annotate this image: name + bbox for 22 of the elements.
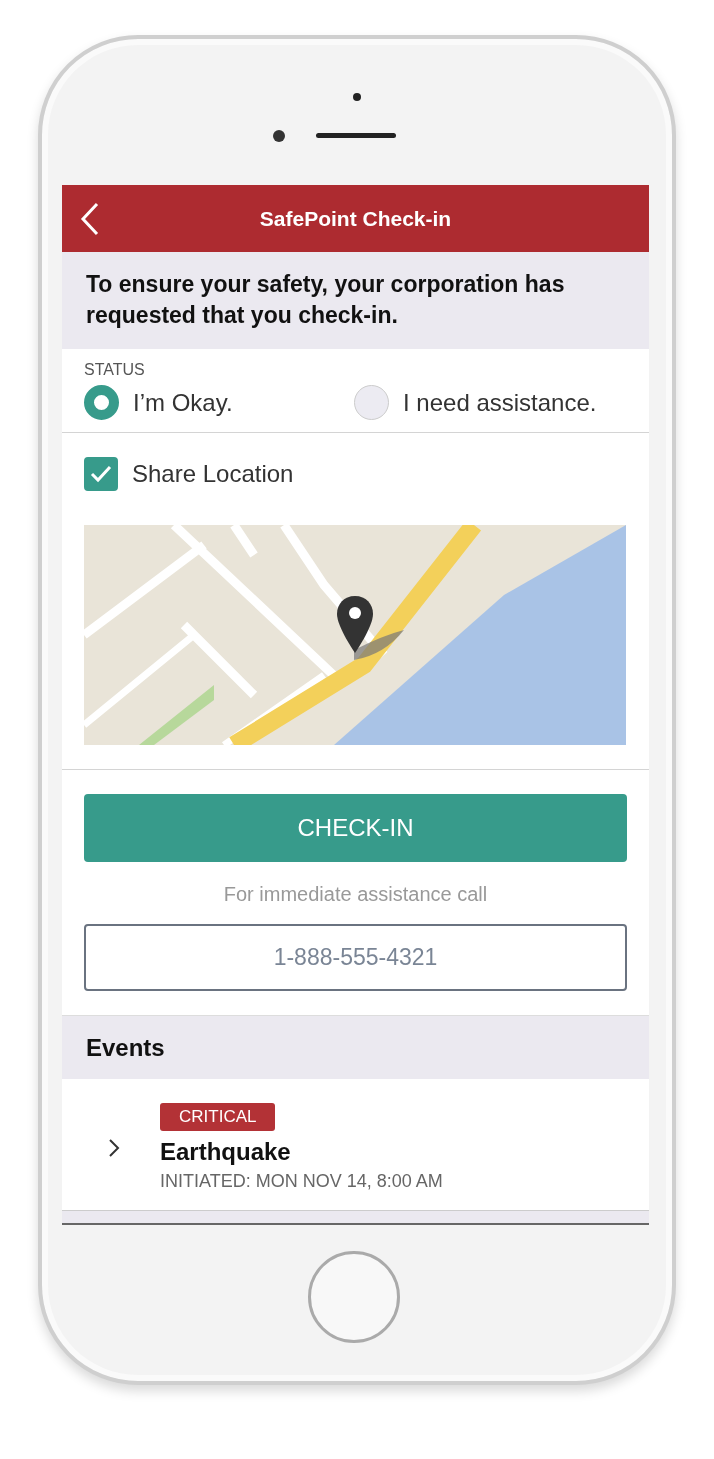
chevron-icon[interactable] — [108, 1137, 120, 1158]
screen-title: SafePoint Check-in — [259, 206, 452, 231]
checkbox[interactable] — [84, 457, 118, 491]
phone-number-button[interactable]: 1-888-555-4321 — [84, 924, 627, 991]
event-name[interactable]: Earthquake — [160, 1138, 291, 1166]
assistance-text: For immediate assistance call — [222, 883, 489, 906]
sensor-icon — [353, 93, 361, 101]
severity-tag: CRITICAL — [160, 1103, 276, 1131]
map-pin-icon — [336, 595, 374, 655]
radio-button[interactable] — [84, 385, 119, 420]
status-option[interactable]: I’m Okay. — [84, 385, 354, 420]
checkmark-icon — [90, 465, 112, 483]
back-icon[interactable] — [80, 202, 100, 236]
status-option[interactable]: I need assistance. — [354, 385, 597, 420]
share-location-option[interactable]: Share Location — [84, 457, 294, 491]
notice-text: To ensure your safety, your corporation has requested that you check-in. — [62, 252, 649, 349]
speaker-icon — [316, 133, 396, 138]
radio-button[interactable] — [354, 385, 389, 420]
event-initiated-time: INITIATED: MON NOV 14, 8:00 AM — [160, 1171, 443, 1192]
camera-icon — [273, 130, 285, 142]
status-label: STATUS — [84, 361, 146, 379]
events-header: Events — [62, 1015, 649, 1079]
